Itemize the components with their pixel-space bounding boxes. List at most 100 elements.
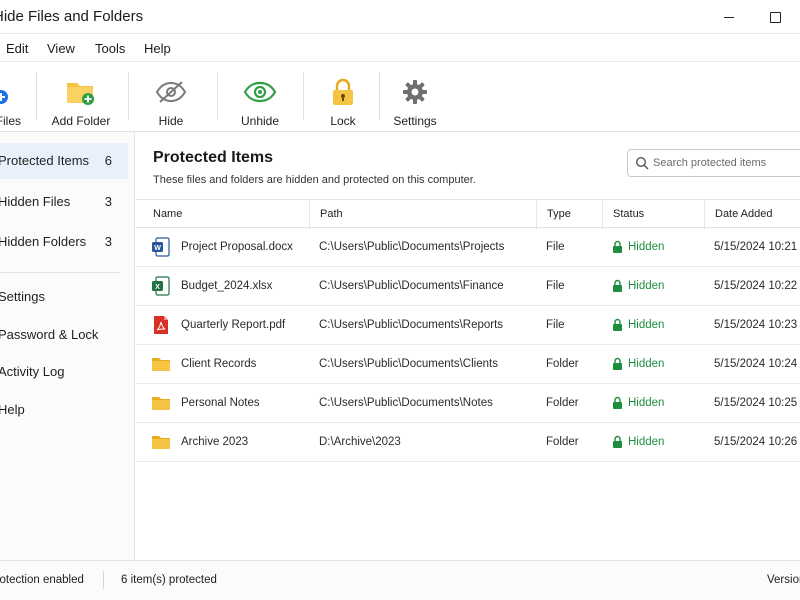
lock-button[interactable]: Lock	[318, 62, 368, 132]
search-input[interactable]	[653, 155, 800, 171]
sidebar-item-hidden-folders[interactable]: Hidden Folders 3	[0, 224, 128, 260]
folder-icon	[151, 432, 171, 452]
lock-status-icon	[612, 357, 623, 370]
pdf-icon	[151, 315, 171, 335]
sidebar-item-activity-log[interactable]: Activity Log	[0, 354, 128, 390]
menu-edit[interactable]: Edit	[6, 41, 28, 56]
table-row[interactable]: Quarterly Report.pdf C:\Users\Public\Doc…	[136, 306, 800, 345]
column-header-status[interactable]: Status	[602, 200, 704, 229]
settings-label: Settings	[393, 114, 437, 128]
column-header-name[interactable]: Name	[136, 200, 309, 229]
svg-text:W: W	[154, 245, 161, 252]
gear-icon	[401, 72, 429, 112]
sidebar-item-password-lock[interactable]: Password & Lock	[0, 317, 128, 353]
lock-status-icon	[612, 396, 623, 409]
padlock-icon	[330, 72, 356, 112]
unhide-label: Unhide	[240, 114, 280, 128]
items-table: Name Path Type Status Date Added W Proje…	[136, 199, 800, 462]
table-row[interactable]: X Budget_2024.xlsx C:\Users\Public\Docum…	[136, 267, 800, 306]
item-path: C:\Users\Public\Documents\Notes	[319, 397, 493, 409]
lock-status-icon	[612, 279, 623, 292]
add-folder-button[interactable]: Add Folder	[50, 62, 112, 132]
sidebar-item-label: Protected Items	[0, 153, 90, 168]
item-path: D:\Archive\2023	[319, 436, 401, 448]
item-status: Hidden	[628, 318, 665, 331]
item-type: Folder	[546, 397, 579, 409]
unhide-button[interactable]: Unhide	[235, 62, 285, 132]
item-name: Quarterly Report.pdf	[181, 319, 286, 331]
item-date-added: 5/15/2024 10:25 AM	[714, 397, 800, 409]
sidebar-item-label: Settings	[0, 289, 45, 304]
word-doc-icon: W	[151, 237, 171, 257]
item-status: Hidden	[628, 357, 665, 370]
item-status: Hidden	[628, 396, 665, 409]
table-row[interactable]: Personal Notes C:\Users\Public\Documents…	[136, 384, 800, 423]
sidebar-item-label: Hidden Files	[0, 194, 71, 209]
sidebar-item-protected-items[interactable]: Protected Items 6	[0, 143, 128, 179]
sidebar-item-count: 3	[104, 234, 112, 249]
item-name: Personal Notes	[181, 397, 260, 409]
window-title: Hide Files and Folders	[0, 8, 144, 25]
toolbar-separator	[217, 72, 218, 120]
column-header-date-added[interactable]: Date Added	[704, 200, 800, 229]
lock-status-icon	[612, 435, 623, 448]
add-files-button[interactable]: Add Files	[0, 62, 28, 132]
sidebar-item-label: Password & Lock	[0, 327, 99, 342]
sidebar-item-label: Help	[0, 402, 25, 417]
item-date-added: 5/15/2024 10:26 AM	[714, 436, 800, 448]
item-type: File	[546, 241, 565, 253]
sidebar-item-hidden-files[interactable]: Hidden Files 3	[0, 184, 128, 220]
menu-bar: Edit View Tools Help	[0, 34, 800, 62]
sidebar-item-help[interactable]: Help	[0, 392, 128, 428]
main-panel: Protected Items These files and folders …	[136, 132, 800, 560]
hide-label: Hide	[158, 114, 184, 128]
menu-tools[interactable]: Tools	[95, 41, 125, 56]
menu-view[interactable]: View	[47, 41, 75, 56]
sidebar-divider	[0, 272, 120, 273]
add-files-icon	[0, 72, 11, 112]
settings-button[interactable]: Settings	[389, 62, 441, 132]
menu-help[interactable]: Help	[144, 41, 171, 56]
item-date-added: 5/15/2024 10:22 AM	[714, 280, 800, 292]
add-files-label: Add Files	[0, 114, 22, 128]
toolbar-separator	[379, 72, 380, 120]
search-icon	[635, 156, 649, 173]
item-path: C:\Users\Public\Documents\Clients	[319, 358, 498, 370]
item-path: C:\Users\Public\Documents\Finance	[319, 280, 504, 292]
sidebar-item-settings[interactable]: Settings	[0, 279, 128, 315]
folder-icon	[151, 354, 171, 374]
sidebar-item-label: Activity Log	[0, 364, 65, 379]
table-row[interactable]: Client Records C:\Users\Public\Documents…	[136, 345, 800, 384]
table-row[interactable]: W Project Proposal.docx C:\Users\Public\…	[136, 228, 800, 267]
excel-icon: X	[151, 276, 171, 296]
protection-status: Protection enabled	[0, 574, 84, 586]
column-header-path[interactable]: Path	[309, 200, 536, 229]
item-type: Folder	[546, 358, 579, 370]
version-label: Version	[767, 574, 800, 586]
item-status: Hidden	[628, 279, 665, 292]
sidebar: Protected Items 6 Hidden Files 3 Hidden …	[0, 132, 135, 560]
item-type: Folder	[546, 436, 579, 448]
table-row[interactable]: Archive 2023 D:\Archive\2023 Folder Hidd…	[136, 423, 800, 462]
item-name: Client Records	[181, 358, 257, 370]
hide-button[interactable]: Hide	[146, 62, 196, 132]
minimize-icon	[724, 16, 734, 18]
minimize-button[interactable]	[706, 0, 752, 34]
page-title: Protected Items	[153, 149, 274, 166]
item-name: Project Proposal.docx	[181, 241, 293, 253]
status-separator	[103, 571, 104, 589]
toolbar-separator	[128, 72, 129, 120]
item-name: Archive 2023	[181, 436, 249, 448]
lock-status-icon	[612, 240, 623, 253]
item-path: C:\Users\Public\Documents\Reports	[319, 319, 504, 331]
search-box[interactable]	[627, 149, 800, 177]
item-type: File	[546, 319, 565, 331]
sidebar-item-count: 6	[104, 153, 112, 168]
item-date-added: 5/15/2024 10:21 AM	[714, 241, 800, 253]
column-header-type[interactable]: Type	[536, 200, 602, 229]
protected-count: 6 item(s) protected	[121, 574, 217, 586]
maximize-button[interactable]	[752, 0, 798, 34]
item-date-added: 5/15/2024 10:24 AM	[714, 358, 800, 370]
eye-icon	[243, 72, 277, 112]
item-date-added: 5/15/2024 10:23 AM	[714, 319, 800, 331]
